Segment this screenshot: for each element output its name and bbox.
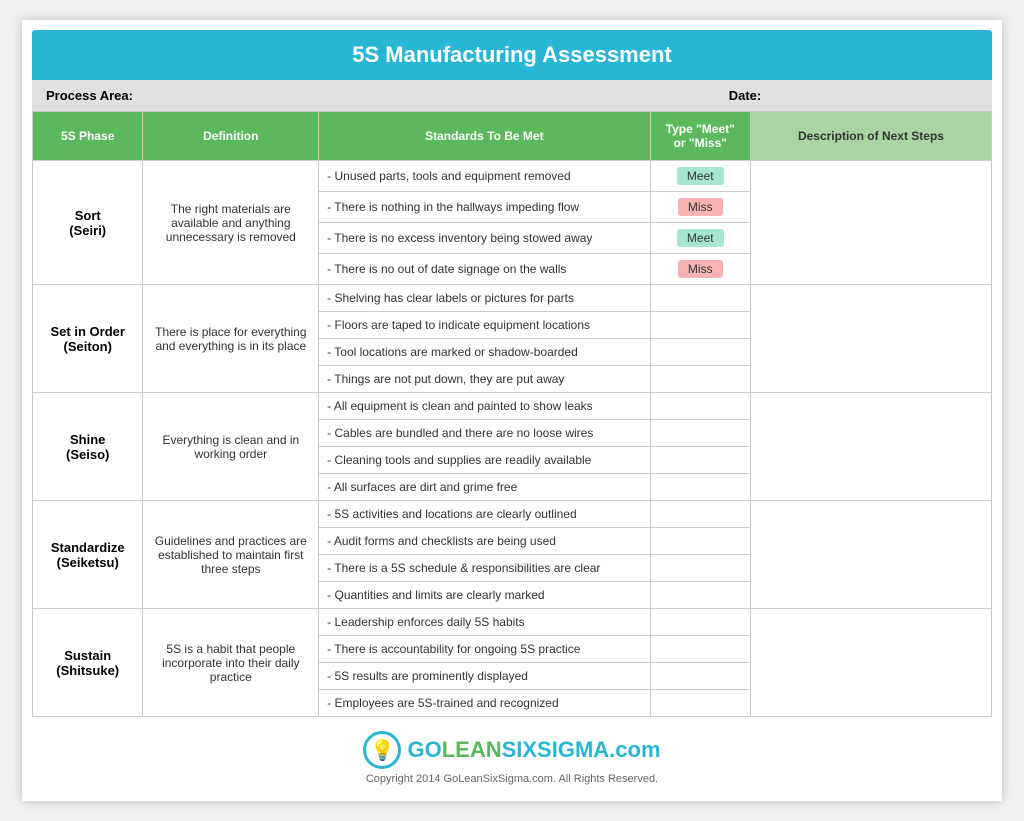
table-row: Shine(Seiso)Everything is clean and in w… (33, 393, 992, 420)
table-row: Set in Order(Seiton)There is place for e… (33, 285, 992, 312)
meet-miss-cell (650, 528, 750, 555)
meet-miss-cell (650, 636, 750, 663)
meet-miss-cell (650, 447, 750, 474)
next-steps-cell (750, 501, 991, 609)
definition-cell: Everything is clean and in working order (143, 393, 319, 501)
next-steps-cell (750, 393, 991, 501)
standard-cell: - Tool locations are marked or shadow-bo… (319, 339, 650, 366)
header-next-steps: Description of Next Steps (750, 112, 991, 161)
standard-cell: - 5S results are prominently displayed (319, 663, 650, 690)
footer-sixsigma: SIXSIGMA.com (502, 737, 661, 763)
standard-cell: - Quantities and limits are clearly mark… (319, 582, 650, 609)
standard-cell: - Cleaning tools and supplies are readil… (319, 447, 650, 474)
table-row: Sort(Seiri)The right materials are avail… (33, 161, 992, 192)
meet-miss-cell (650, 663, 750, 690)
next-steps-cell (750, 161, 991, 285)
standard-cell: - There is no excess inventory being sto… (319, 223, 650, 254)
meet-miss-cell (650, 609, 750, 636)
footer-logo: 💡 GO LEAN SIXSIGMA.com (32, 731, 992, 769)
standard-cell: - 5S activities and locations are clearl… (319, 501, 650, 528)
page-wrapper: 5S Manufacturing Assessment Process Area… (22, 20, 1002, 801)
definition-cell: Guidelines and practices are established… (143, 501, 319, 609)
meet-miss-cell (650, 312, 750, 339)
definition-cell: The right materials are available and an… (143, 161, 319, 285)
meet-miss-cell (650, 285, 750, 312)
meet-miss-cell (650, 690, 750, 717)
meet-miss-cell (650, 339, 750, 366)
header-standards: Standards To Be Met (319, 112, 650, 161)
meet-badge: Meet (677, 167, 724, 185)
phase-cell: Sort(Seiri) (33, 161, 143, 285)
next-steps-cell (750, 609, 991, 717)
main-title: 5S Manufacturing Assessment (32, 30, 992, 80)
bulb-icon: 💡 (363, 731, 401, 769)
meet-miss-cell (650, 582, 750, 609)
standard-cell: - All equipment is clean and painted to … (319, 393, 650, 420)
standard-cell: - There is no out of date signage on the… (319, 254, 650, 285)
standard-cell: - Cables are bundled and there are no lo… (319, 420, 650, 447)
standard-cell: - All surfaces are dirt and grime free (319, 474, 650, 501)
meet-miss-cell (650, 474, 750, 501)
meta-row: Process Area: Date: (32, 80, 992, 111)
meet-miss-cell (650, 366, 750, 393)
header-phase: 5S Phase (33, 112, 143, 161)
standard-cell: - Leadership enforces daily 5S habits (319, 609, 650, 636)
date-label: Date: (512, 88, 978, 103)
standard-cell: - Things are not put down, they are put … (319, 366, 650, 393)
next-steps-cell (750, 285, 991, 393)
definition-cell: 5S is a habit that people incorporate in… (143, 609, 319, 717)
phase-cell: Set in Order(Seiton) (33, 285, 143, 393)
table-row: Sustain(Shitsuke)5S is a habit that peop… (33, 609, 992, 636)
meet-miss-cell: Meet (650, 161, 750, 192)
meet-miss-cell (650, 501, 750, 528)
header-definition: Definition (143, 112, 319, 161)
meet-miss-cell: Miss (650, 254, 750, 285)
standard-cell: - There is a 5S schedule & responsibilit… (319, 555, 650, 582)
footer-copyright: Copyright 2014 GoLeanSixSigma.com. All R… (32, 773, 992, 785)
standard-cell: - Floors are taped to indicate equipment… (319, 312, 650, 339)
meet-miss-cell (650, 420, 750, 447)
standard-cell: - There is nothing in the hallways imped… (319, 192, 650, 223)
miss-badge: Miss (678, 260, 723, 278)
meet-miss-cell: Meet (650, 223, 750, 254)
table-row: Standardize(Seiketsu)Guidelines and prac… (33, 501, 992, 528)
meet-badge: Meet (677, 229, 724, 247)
footer-go: GO (407, 737, 441, 763)
meet-miss-cell: Miss (650, 192, 750, 223)
process-area-label: Process Area: (46, 88, 512, 103)
footer-lean: LEAN (442, 737, 502, 763)
standard-cell: - Shelving has clear labels or pictures … (319, 285, 650, 312)
standard-cell: - Unused parts, tools and equipment remo… (319, 161, 650, 192)
meet-miss-cell (650, 555, 750, 582)
phase-cell: Standardize(Seiketsu) (33, 501, 143, 609)
phase-cell: Shine(Seiso) (33, 393, 143, 501)
standard-cell: - Employees are 5S-trained and recognize… (319, 690, 650, 717)
standard-cell: - There is accountability for ongoing 5S… (319, 636, 650, 663)
meet-miss-cell (650, 393, 750, 420)
miss-badge: Miss (678, 198, 723, 216)
assessment-table: 5S Phase Definition Standards To Be Met … (32, 111, 992, 717)
header-type: Type "Meet" or "Miss" (650, 112, 750, 161)
definition-cell: There is place for everything and everyt… (143, 285, 319, 393)
phase-cell: Sustain(Shitsuke) (33, 609, 143, 717)
standard-cell: - Audit forms and checklists are being u… (319, 528, 650, 555)
footer: 💡 GO LEAN SIXSIGMA.com Copyright 2014 Go… (32, 717, 992, 791)
